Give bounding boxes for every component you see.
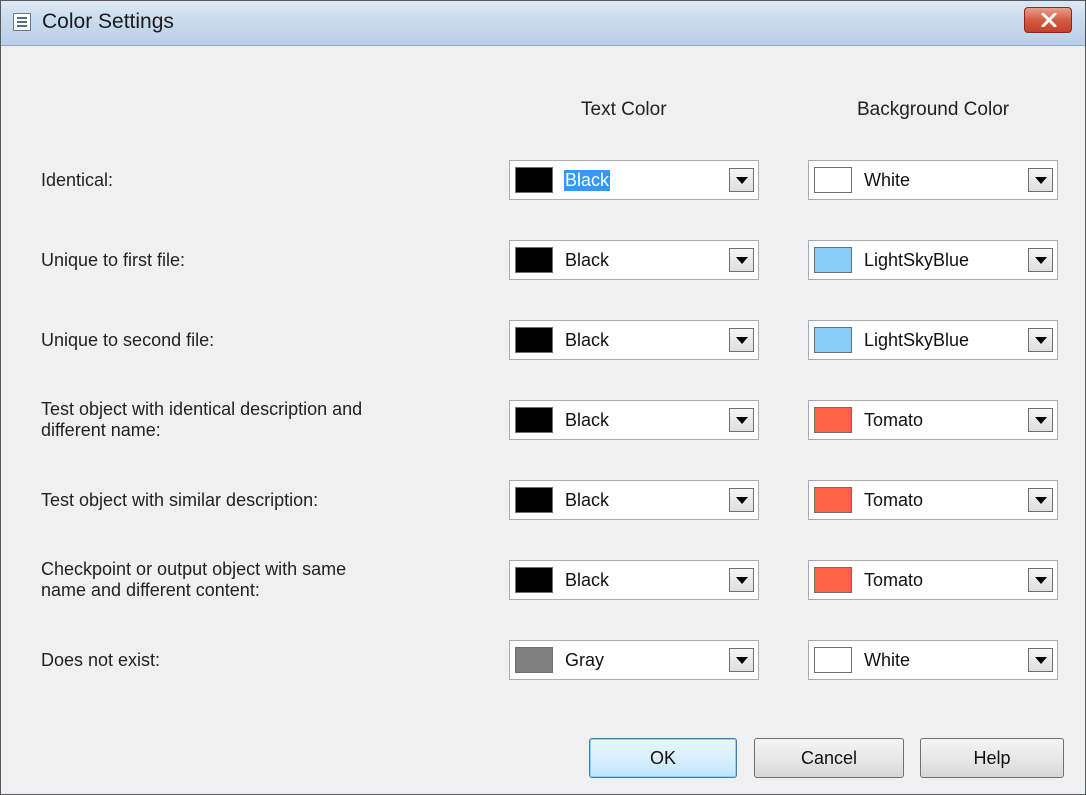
row-label: Test object with identical description a… bbox=[41, 399, 362, 441]
row-label: Identical: bbox=[41, 170, 113, 191]
chevron-down-icon bbox=[1035, 177, 1047, 184]
dropdown-arrow-button[interactable] bbox=[729, 248, 754, 272]
background-color-value: LightSkyBlue bbox=[864, 250, 970, 270]
background-color-dropdown[interactable]: LightSkyBlue bbox=[808, 240, 1058, 280]
text-color-value: Black bbox=[565, 410, 610, 430]
dropdown-arrow-button[interactable] bbox=[729, 408, 754, 432]
background-color-value: Tomato bbox=[864, 410, 924, 430]
row-label-line: Identical: bbox=[41, 169, 114, 190]
text-color-dropdown[interactable]: Black bbox=[509, 240, 759, 280]
chevron-down-icon bbox=[736, 497, 748, 504]
chevron-down-icon bbox=[736, 417, 748, 424]
row-label: Does not exist: bbox=[41, 650, 160, 671]
chevron-down-icon bbox=[736, 257, 748, 264]
background-color-value: Tomato bbox=[864, 570, 924, 590]
dropdown-arrow-button[interactable] bbox=[729, 648, 754, 672]
text-color-dropdown[interactable]: Black bbox=[509, 160, 759, 200]
close-button[interactable] bbox=[1024, 7, 1072, 33]
chevron-down-icon bbox=[736, 177, 748, 184]
background-color-dropdown[interactable]: Tomato bbox=[808, 480, 1058, 520]
title-bar[interactable]: Color Settings bbox=[1, 1, 1085, 46]
background-color-value: LightSkyBlue bbox=[864, 330, 970, 350]
text-color-dropdown[interactable]: Gray bbox=[509, 640, 759, 680]
help-button[interactable]: Help bbox=[920, 738, 1064, 778]
row-label-line: Does not exist: bbox=[41, 649, 161, 670]
text-color-dropdown[interactable]: Black bbox=[509, 480, 759, 520]
cancel-button[interactable]: Cancel bbox=[754, 738, 904, 778]
row-label: Test object with similar description: bbox=[41, 490, 318, 511]
chevron-down-icon bbox=[1035, 577, 1047, 584]
color-swatch bbox=[515, 487, 553, 513]
dropdown-arrow-button[interactable] bbox=[729, 168, 754, 192]
dropdown-arrow-button[interactable] bbox=[1028, 248, 1053, 272]
color-swatch bbox=[814, 247, 852, 273]
row-label: Unique to first file: bbox=[41, 250, 185, 271]
dropdown-arrow-button[interactable] bbox=[729, 568, 754, 592]
row-label-line: Test object with identical description a… bbox=[41, 399, 363, 419]
ok-button[interactable]: OK bbox=[589, 738, 737, 778]
dropdown-arrow-button[interactable] bbox=[1028, 648, 1053, 672]
chevron-down-icon bbox=[1035, 337, 1047, 344]
color-swatch bbox=[515, 407, 553, 433]
row-label-line: different name: bbox=[41, 420, 161, 440]
dropdown-arrow-button[interactable] bbox=[729, 488, 754, 512]
background-color-value: White bbox=[864, 170, 911, 190]
color-swatch bbox=[814, 167, 852, 193]
dialog-title: Color Settings bbox=[42, 10, 174, 33]
background-color-dropdown[interactable]: White bbox=[808, 160, 1058, 200]
close-icon bbox=[1041, 13, 1057, 27]
text-color-value: Black bbox=[565, 250, 610, 270]
dropdown-arrow-button[interactable] bbox=[1028, 488, 1053, 512]
color-swatch bbox=[814, 487, 852, 513]
dropdown-arrow-button[interactable] bbox=[1028, 408, 1053, 432]
text-color-value: Black bbox=[565, 570, 610, 590]
dropdown-arrow-button[interactable] bbox=[1028, 168, 1053, 192]
color-swatch bbox=[515, 647, 553, 673]
color-swatch bbox=[814, 407, 852, 433]
dropdown-arrow-button[interactable] bbox=[729, 328, 754, 352]
color-swatch bbox=[515, 327, 553, 353]
text-color-value: Gray bbox=[565, 650, 605, 670]
text-color-dropdown[interactable]: Black bbox=[509, 320, 759, 360]
background-color-value: Tomato bbox=[864, 490, 924, 510]
list-window-icon bbox=[13, 13, 31, 31]
color-swatch bbox=[515, 247, 553, 273]
background-color-dropdown[interactable]: Tomato bbox=[808, 400, 1058, 440]
row-label-line: Test object with similar description: bbox=[41, 489, 319, 510]
chevron-down-icon bbox=[1035, 497, 1047, 504]
text-color-value: Black bbox=[565, 330, 610, 350]
row-label-line: Checkpoint or output object with same bbox=[41, 559, 347, 579]
color-swatch bbox=[814, 567, 852, 593]
chevron-down-icon bbox=[1035, 657, 1047, 664]
color-swatch bbox=[515, 567, 553, 593]
background-color-dropdown[interactable]: Tomato bbox=[808, 560, 1058, 600]
row-label-line: Unique to second file: bbox=[41, 329, 215, 350]
chevron-down-icon bbox=[1035, 417, 1047, 424]
text-color-value: Black bbox=[564, 170, 611, 191]
dropdown-arrow-button[interactable] bbox=[1028, 568, 1053, 592]
chevron-down-icon bbox=[736, 337, 748, 344]
chevron-down-icon bbox=[1035, 257, 1047, 264]
background-color-header: Background Color bbox=[857, 99, 1010, 120]
background-color-dropdown[interactable]: White bbox=[808, 640, 1058, 680]
row-label: Checkpoint or output object with same nam… bbox=[41, 559, 346, 601]
dropdown-arrow-button[interactable] bbox=[1028, 328, 1053, 352]
text-color-dropdown[interactable]: Black bbox=[509, 560, 759, 600]
text-color-dropdown[interactable]: Black bbox=[509, 400, 759, 440]
color-swatch bbox=[515, 167, 553, 193]
dialog-body: Text Color Background Color Identical: Bl… bbox=[1, 46, 1085, 794]
row-label: Unique to second file: bbox=[41, 330, 214, 351]
text-color-value: Black bbox=[565, 490, 610, 510]
background-color-dropdown[interactable]: LightSkyBlue bbox=[808, 320, 1058, 360]
chevron-down-icon bbox=[736, 577, 748, 584]
color-swatch bbox=[814, 327, 852, 353]
color-settings-dialog: Color Settings Text Color Background Col… bbox=[0, 0, 1086, 795]
chevron-down-icon bbox=[736, 657, 748, 664]
row-label-line: Unique to first file: bbox=[41, 249, 186, 270]
background-color-value: White bbox=[864, 650, 911, 670]
color-swatch bbox=[814, 647, 852, 673]
text-color-header: Text Color bbox=[581, 99, 667, 120]
row-label-line: name and different content: bbox=[41, 580, 260, 600]
